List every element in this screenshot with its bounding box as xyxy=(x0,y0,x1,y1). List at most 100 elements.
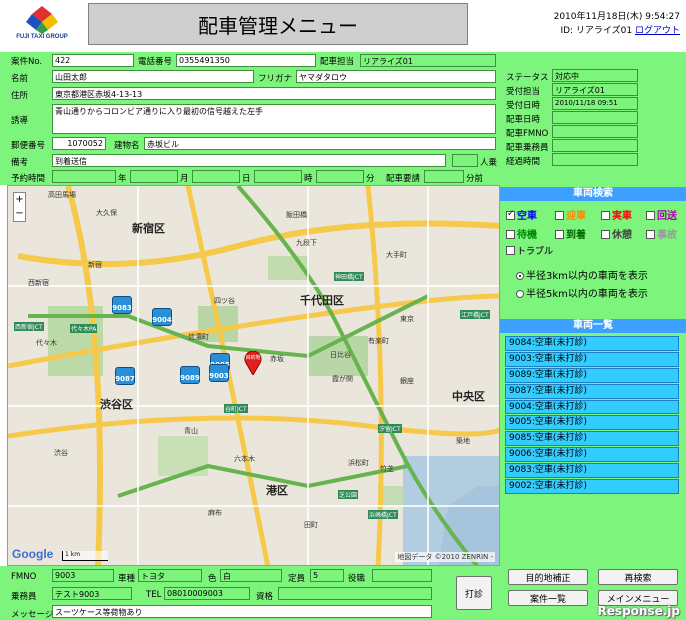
zoom-out-button[interactable]: − xyxy=(14,207,25,221)
destination-pin-icon[interactable]: 目的地 xyxy=(244,350,262,378)
checkbox-icon[interactable] xyxy=(646,211,655,220)
filter-pickup[interactable]: 迎車 xyxy=(555,207,586,222)
checkbox-icon[interactable] xyxy=(506,209,515,220)
name-label: 名前 xyxy=(11,74,29,84)
filter-break[interactable]: 休憩 xyxy=(601,226,632,241)
place-label: 日比谷 xyxy=(330,351,351,359)
case-list-button[interactable]: 案件一覧 xyxy=(508,590,588,606)
kana-field[interactable]: ヤマダタロウ xyxy=(296,70,496,83)
crew-field xyxy=(552,139,638,152)
name-field[interactable]: 山田太郎 xyxy=(52,70,254,83)
junction-label: 神田橋JCT xyxy=(334,272,364,281)
status-label: ステータス xyxy=(506,73,549,83)
zoom-in-button[interactable]: + xyxy=(14,193,25,207)
vehicle-list-item[interactable]: 9006:空車(未打診) xyxy=(505,447,679,463)
vehicle-marker-icon[interactable]: 9003 xyxy=(209,364,229,382)
place-label: 新宿 xyxy=(88,261,102,269)
qualification-label: 資格 xyxy=(256,592,274,602)
header-info: 2010年11月18日(木) 9:54:27 ID: リアライズ01 ログアウト xyxy=(554,10,680,38)
destination-fix-button[interactable]: 目的地補正 xyxy=(508,569,588,585)
vehicle-list-item[interactable]: 9085:空車(未打診) xyxy=(505,431,679,447)
vehicle-list-item[interactable]: 9003:空車(未打診) xyxy=(505,351,679,367)
current-datetime: 2010年11月18日(木) 9:54:27 xyxy=(553,12,680,22)
area-label-shinjuku-ku: 新宿区 xyxy=(132,222,165,235)
filter-empty[interactable]: 空車 xyxy=(506,207,537,222)
research-button[interactable]: 再検索 xyxy=(598,569,678,585)
note-field[interactable]: 到着送信 xyxy=(52,154,446,167)
vehicle-marker-icon[interactable]: 9083 xyxy=(112,296,132,314)
place-label: 代々木 xyxy=(36,339,57,347)
filter-trouble[interactable]: トラブル xyxy=(506,244,553,257)
vehicle-list-item[interactable]: 9002:空車(未打診) xyxy=(505,479,679,494)
message-input[interactable]: スーツケース等荷物あり xyxy=(52,605,432,618)
call-button[interactable]: 打診 xyxy=(456,576,492,610)
place-label: 西新宿 xyxy=(28,279,49,287)
zip-field[interactable]: 1070052 xyxy=(52,137,106,150)
junction-label: 西新宿JCT xyxy=(14,322,44,331)
place-label: 渋谷 xyxy=(54,449,68,457)
vehicle-list-item[interactable]: 9087:空車(未打診) xyxy=(505,383,679,399)
reserve-day-field[interactable] xyxy=(192,170,240,183)
phone-field[interactable]: 0355491350 xyxy=(176,54,316,67)
filter-occupied[interactable]: 実車 xyxy=(601,207,632,222)
car-field: トヨタ xyxy=(138,569,202,582)
reserve-year-field[interactable] xyxy=(52,170,116,183)
area-label-shibuya-ku: 渋谷区 xyxy=(100,398,133,411)
place-label: 青山 xyxy=(184,427,198,435)
message-label: メッセージ xyxy=(11,610,54,620)
radio-icon[interactable] xyxy=(516,290,524,298)
place-label: 築地 xyxy=(456,437,470,445)
place-label: 東京 xyxy=(400,315,414,323)
elapsed-label: 経過時間 xyxy=(506,157,541,167)
guide-textarea[interactable]: 青山通りからコロンビア通りに入り最初の信号越えた左手 xyxy=(52,104,496,134)
checkbox-icon[interactable] xyxy=(601,211,610,220)
vehicle-marker-icon[interactable]: 9087 xyxy=(115,367,135,385)
radio-icon[interactable] xyxy=(516,272,524,280)
filter-accident[interactable]: 事故 xyxy=(646,226,677,241)
vehicle-list-item[interactable]: 9005:空車(未打診) xyxy=(505,415,679,431)
reserve-hour-field[interactable] xyxy=(254,170,302,183)
destination-label: 目的地 xyxy=(245,355,261,361)
radius-5km-option[interactable]: 半径5km以内の車両を表示 xyxy=(516,285,648,300)
tel-label: TEL xyxy=(146,590,162,600)
checkbox-icon[interactable] xyxy=(506,230,515,239)
vehicle-list-item[interactable]: 9089:空車(未打診) xyxy=(505,367,679,383)
passengers-label: 人乗 xyxy=(480,158,498,168)
crew-label: 配車乗務員 xyxy=(506,143,549,153)
place-label: 高田馬場 xyxy=(48,191,76,199)
filter-arrived[interactable]: 到着 xyxy=(555,226,586,241)
filter-standby[interactable]: 待機 xyxy=(506,226,537,241)
checkbox-icon[interactable] xyxy=(555,211,564,220)
case-no-field[interactable]: 422 xyxy=(52,54,134,67)
filter-forwarding[interactable]: 回送 xyxy=(646,207,677,222)
dispatcher-label: 配車担当 xyxy=(320,57,355,67)
checkbox-icon[interactable] xyxy=(555,230,564,239)
logout-link[interactable]: ログアウト xyxy=(635,26,680,36)
checkbox-icon[interactable] xyxy=(646,230,655,239)
place-label: 赤坂 xyxy=(270,355,284,363)
checkbox-icon[interactable] xyxy=(506,246,515,255)
day-label: 日 xyxy=(242,174,251,184)
dispatch-at-field xyxy=(552,111,638,124)
building-field[interactable]: 赤坂ビル xyxy=(144,137,496,150)
dispatch-req-field[interactable] xyxy=(424,170,464,183)
junction-label: 谷町JCT xyxy=(224,404,248,413)
reserve-label: 予約時間 xyxy=(11,174,46,184)
case-form: 案件No. 422 電話番号 0355491350 配車担当 リアライズ01 名… xyxy=(0,52,686,185)
passengers-field[interactable] xyxy=(452,154,478,167)
place-label: 大手町 xyxy=(386,251,407,259)
vehicle-list-item[interactable]: 9084:空車(未打診) xyxy=(505,336,679,351)
vehicle-marker-icon[interactable]: 9089 xyxy=(180,366,200,384)
vehicle-marker-icon[interactable]: 9004 xyxy=(152,308,172,326)
place-label: 九段下 xyxy=(296,239,317,247)
watermark-logo: Response.jp xyxy=(597,604,680,618)
reserve-month-field[interactable] xyxy=(130,170,178,183)
vehicle-list-header: 車両一覧 xyxy=(500,319,686,333)
reserve-minute-field[interactable] xyxy=(316,170,364,183)
vehicle-list-item[interactable]: 9004:空車(未打診) xyxy=(505,399,679,415)
map-view[interactable]: + − 新宿区 千代田区 渋谷区 港区 中央区 新宿 大久保 四ツ谷 信濃町 六… xyxy=(7,185,500,566)
vehicle-list-item[interactable]: 9083:空車(未打診) xyxy=(505,463,679,479)
checkbox-icon[interactable] xyxy=(601,230,610,239)
address-field[interactable]: 東京都港区赤坂4-13-13 xyxy=(52,87,496,100)
radius-3km-option[interactable]: 半径3km以内の車両を表示 xyxy=(516,267,648,282)
